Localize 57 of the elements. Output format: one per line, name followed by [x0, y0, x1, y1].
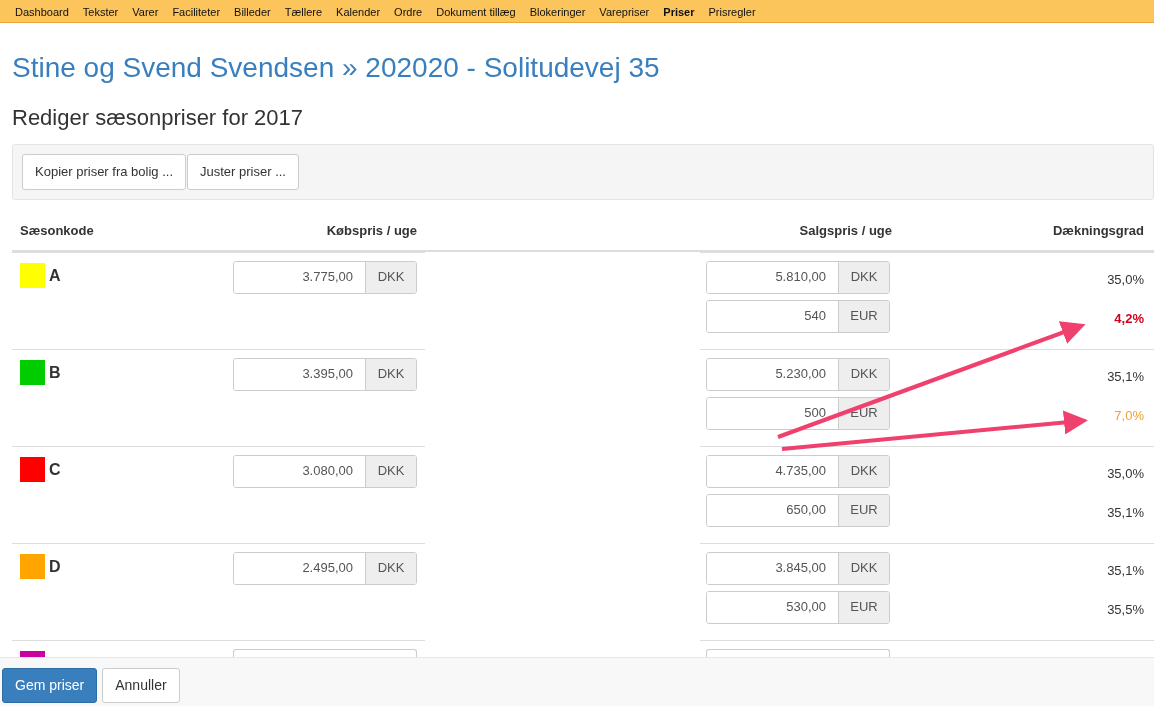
- price-input[interactable]: 530,00 EUR: [706, 590, 890, 624]
- column-header: Salgspris / uge: [799, 222, 892, 238]
- nav-tab[interactable]: Prisregler: [701, 0, 763, 21]
- price-input[interactable]: 540 EUR: [706, 299, 890, 333]
- price-input[interactable]: 5.230,00 DKK: [706, 357, 890, 391]
- margin-value: 35,0%: [1107, 465, 1144, 484]
- price-input[interactable]: 2.495,00 DKK: [233, 551, 417, 585]
- nav-tab[interactable]: Varepriser: [592, 0, 657, 21]
- currency-addon: EUR: [838, 494, 889, 526]
- nav-tab[interactable]: Ordre: [387, 0, 430, 21]
- margin-value: 7,0%: [1114, 407, 1144, 426]
- currency-addon: DKK: [365, 358, 416, 390]
- price-input[interactable]: 3.395,00 DKK: [233, 357, 417, 391]
- currency-addon: EUR: [838, 591, 889, 623]
- nav-tab[interactable]: Kalender: [329, 0, 388, 21]
- margin-value: 4,2%: [1114, 310, 1144, 329]
- nav-tab[interactable]: Billeder: [227, 0, 278, 21]
- toolbar-button[interactable]: Kopier priser fra bolig ...: [22, 154, 186, 190]
- currency-addon: DKK: [838, 261, 889, 293]
- currency-addon: EUR: [838, 300, 889, 332]
- page-title: Stine og Svend Svendsen » 202020 - Solitudevej 35: [12, 51, 661, 85]
- nav-tab[interactable]: Priser: [656, 0, 702, 21]
- season-code: B: [49, 363, 61, 381]
- price-input[interactable]: 3.775,00 DKK: [233, 260, 417, 294]
- nav-tab[interactable]: Faciliteter: [165, 0, 228, 21]
- currency-addon: DKK: [365, 552, 416, 584]
- price-input[interactable]: 4.735,00 DKK: [706, 454, 890, 488]
- season-code: A: [49, 266, 61, 284]
- nav-tab[interactable]: Tekster: [75, 0, 126, 21]
- margin-value: 35,5%: [1107, 601, 1144, 620]
- season-code: D: [49, 557, 61, 575]
- column-header: Købspris / uge: [326, 222, 417, 238]
- currency-addon: DKK: [365, 261, 416, 293]
- column-header: Dækningsgrad: [1053, 222, 1144, 238]
- margin-value: 35,0%: [1107, 271, 1144, 290]
- nav-tab[interactable]: Tællere: [277, 0, 330, 21]
- save-button[interactable]: Gem priser: [2, 668, 98, 703]
- season-code: C: [49, 460, 61, 478]
- cancel-button[interactable]: Annuller: [102, 668, 180, 703]
- margin-value: 35,1%: [1107, 368, 1144, 387]
- nav-tab[interactable]: Dashboard: [8, 0, 76, 21]
- column-header: Sæsonkode: [20, 222, 94, 238]
- margin-value: 35,1%: [1107, 504, 1144, 523]
- currency-addon: DKK: [365, 455, 416, 487]
- nav-tab[interactable]: Varer: [125, 0, 166, 21]
- nav-tab[interactable]: Dokument tillæg: [429, 0, 523, 21]
- currency-addon: DKK: [838, 358, 889, 390]
- price-input[interactable]: 5.810,00 DKK: [706, 260, 890, 294]
- nav-tab[interactable]: Blokeringer: [522, 0, 593, 21]
- currency-addon: DKK: [838, 552, 889, 584]
- price-input[interactable]: 3.080,00 DKK: [233, 454, 417, 488]
- margin-value: 35,1%: [1107, 562, 1144, 581]
- price-input[interactable]: 650,00 EUR: [706, 493, 890, 527]
- section-heading: Rediger sæsonpriser for 2017: [12, 104, 305, 132]
- toolbar-button[interactable]: Juster priser ...: [187, 154, 299, 190]
- price-input[interactable]: 3.845,00 DKK: [706, 551, 890, 585]
- currency-addon: DKK: [838, 455, 889, 487]
